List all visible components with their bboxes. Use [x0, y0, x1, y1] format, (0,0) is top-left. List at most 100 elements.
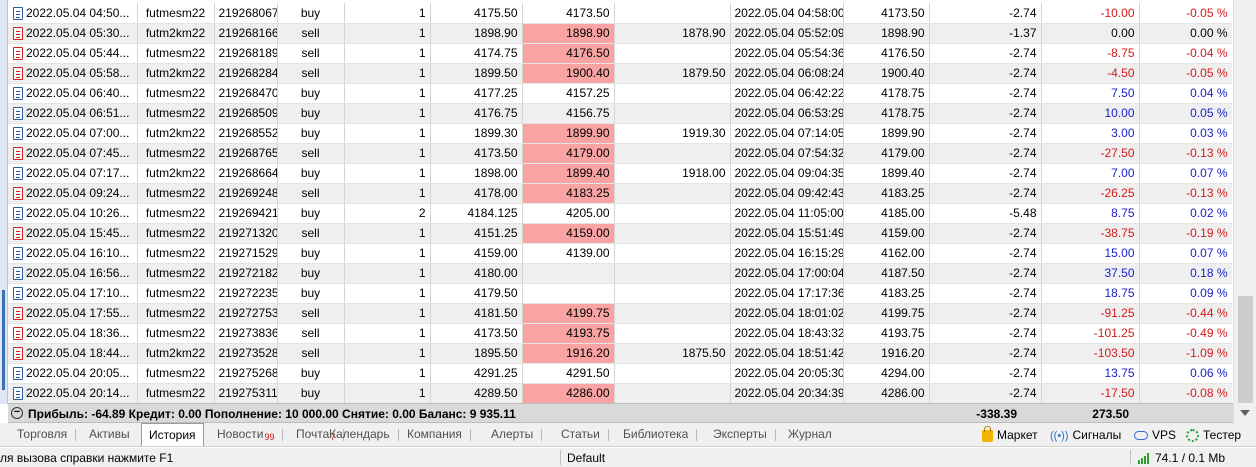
table-row[interactable]: 2022.05.04 07:17... futm2km22 219268664 buy…	[8, 163, 1232, 184]
ticket-cell: 219269421	[214, 203, 278, 224]
table-row[interactable]: 2022.05.04 16:10... futmesm22 219271529 buy…	[8, 243, 1232, 264]
close-time-cell: 2022.05.04 06:08:24	[730, 63, 844, 84]
sl-cell: 4156.75	[522, 103, 615, 124]
signals-button[interactable]: ((•)) Сигналы	[1050, 427, 1121, 443]
market-button[interactable]: Маркет	[982, 425, 1038, 443]
open-price-cell: 4175.50	[430, 3, 523, 24]
type-cell: sell	[277, 63, 345, 84]
tp-cell: 1878.90	[614, 23, 731, 44]
open-time-cell: 2022.05.04 07:45...	[8, 143, 138, 164]
open-price-cell: 4159.00	[430, 243, 523, 264]
symbol-cell: futm2km22	[137, 163, 215, 184]
history-grid: 2022.05.04 04:50... futmesm22 219268067 buy…	[8, 3, 1232, 403]
swap-cell: 3.00	[1041, 123, 1140, 144]
table-row[interactable]: 2022.05.04 18:36... futmesm22 219273836 sel…	[8, 323, 1232, 344]
symbol-cell: futmesm22	[137, 43, 215, 64]
close-time-cell: 2022.05.04 15:51:49	[730, 223, 844, 244]
tab-label: Новости	[217, 427, 264, 441]
symbol-cell: futmesm22	[137, 263, 215, 284]
table-row[interactable]: 2022.05.04 09:24... futmesm22 219269248 sel…	[8, 183, 1232, 204]
commission-total: -338.39	[976, 407, 1017, 421]
table-row[interactable]: 2022.05.04 16:56... futmesm22 219272182 buy…	[8, 263, 1232, 284]
volume-cell: 1	[344, 43, 431, 64]
tab-3[interactable]: История	[141, 423, 204, 446]
scrollbar-thumb[interactable]	[1238, 296, 1253, 403]
tester-button[interactable]: Тестер	[1186, 427, 1241, 443]
open-time-cell: 2022.05.04 15:45...	[8, 223, 138, 244]
commission-cell: -2.74	[929, 383, 1042, 403]
profit-cell: -0.19 %	[1139, 223, 1232, 244]
swap-cell: -10.00	[1041, 3, 1140, 24]
table-row[interactable]: 2022.05.04 05:44... futmesm22 219268189 sel…	[8, 43, 1232, 64]
open-time-cell: 2022.05.04 04:50...	[8, 3, 138, 24]
tp-cell	[614, 83, 731, 104]
open-time-cell: 2022.05.04 16:10...	[8, 243, 138, 264]
tab-8[interactable]: Алерты	[484, 425, 543, 445]
table-row[interactable]: 2022.05.04 10:26... futmesm22 219269421 buy…	[8, 203, 1232, 224]
tab-12[interactable]: Журнал	[781, 425, 839, 445]
symbol-cell: futmesm22	[137, 323, 215, 344]
symbol-cell: futm2km22	[137, 123, 215, 144]
commission-cell: -2.74	[929, 183, 1042, 204]
tester-label: Тестер	[1203, 428, 1242, 442]
vps-button[interactable]: VPS	[1134, 427, 1176, 443]
close-price-cell: 4183.25	[843, 183, 930, 204]
table-row[interactable]: 2022.05.04 06:51... futmesm22 219268509 buy…	[8, 103, 1232, 124]
table-row[interactable]: 2022.05.04 04:50... futmesm22 219268067 buy…	[8, 3, 1232, 24]
open-time-cell: 2022.05.04 20:14...	[8, 383, 138, 403]
tab-10[interactable]: Библиотека	[616, 425, 698, 445]
tab-1[interactable]: Торговля	[10, 425, 77, 445]
table-row[interactable]: 2022.05.04 06:40... futmesm22 219268470 buy…	[8, 83, 1232, 104]
tab-7[interactable]: Компания	[400, 425, 471, 445]
vertical-scrollbar[interactable]	[1233, 0, 1256, 423]
table-row[interactable]: 2022.05.04 17:55... futmesm22 219272753 sel…	[8, 303, 1232, 324]
close-price-cell: 1900.40	[843, 63, 930, 84]
profit-cell: 0.07 %	[1139, 243, 1232, 264]
table-row[interactable]: 2022.05.04 20:05... futmesm22 219275268 buy…	[8, 363, 1232, 384]
table-row[interactable]: 2022.05.04 07:00... futm2km22 219268552 buy…	[8, 123, 1232, 144]
close-time-cell: 2022.05.04 09:04:35	[730, 163, 844, 184]
table-row[interactable]: 2022.05.04 05:30... futm2km22 219268166 sel…	[8, 23, 1232, 44]
scroll-down-icon[interactable]	[1240, 410, 1250, 416]
close-price-cell: 1899.90	[843, 123, 930, 144]
tab-6[interactable]: Календарь	[322, 425, 399, 445]
profit-cell: -0.13 %	[1139, 143, 1232, 164]
open-price-cell: 4178.00	[430, 183, 523, 204]
tp-cell	[614, 303, 731, 324]
volume-cell: 1	[344, 383, 431, 403]
swap-cell: 15.00	[1041, 243, 1140, 264]
table-row[interactable]: 2022.05.04 20:14... futmesm22 219275311 buy…	[8, 383, 1232, 403]
volume-cell: 1	[344, 83, 431, 104]
symbol-cell: futmesm22	[137, 183, 215, 204]
swap-cell: -27.50	[1041, 143, 1140, 164]
symbol-cell: futmesm22	[137, 363, 215, 384]
tab-9[interactable]: Статьи	[554, 425, 609, 445]
volume-cell: 1	[344, 183, 431, 204]
table-row[interactable]: 2022.05.04 18:44... futm2km22 219273528 sel…	[8, 343, 1232, 364]
tp-cell: 1879.50	[614, 63, 731, 84]
collapse-icon[interactable]: −	[11, 407, 23, 419]
profit-cell: -0.04 %	[1139, 43, 1232, 64]
table-row[interactable]: 2022.05.04 17:10... futmesm22 219272235 buy…	[8, 283, 1232, 304]
open-time-text: 2022.05.04 05:30...	[26, 26, 130, 41]
table-row[interactable]: 2022.05.04 15:45... futmesm22 219271320 sel…	[8, 223, 1232, 244]
symbol-cell: futmesm22	[137, 203, 215, 224]
tab-11[interactable]: Эксперты	[706, 425, 776, 445]
summary-text: Прибыль: -64.89 Кредит: 0.00 Пополнение:…	[28, 407, 516, 421]
close-price-cell: 1899.40	[843, 163, 930, 184]
cloud-icon	[1134, 431, 1148, 441]
table-row[interactable]: 2022.05.04 05:58... futm2km22 219268284 sel…	[8, 63, 1232, 84]
profit-cell: 0.05 %	[1139, 103, 1232, 124]
symbol-cell: futmesm22	[137, 223, 215, 244]
profit-cell: 0.00 %	[1139, 23, 1232, 44]
buy-deal-icon	[13, 246, 23, 260]
tab-2[interactable]: Активы	[82, 425, 137, 445]
tab-4[interactable]: Новости99	[210, 425, 284, 445]
open-price-cell: 1898.00	[430, 163, 523, 184]
open-time-cell: 2022.05.04 09:24...	[8, 183, 138, 204]
profit-cell: 0.02 %	[1139, 203, 1232, 224]
volume-cell: 1	[344, 283, 431, 304]
table-row[interactable]: 2022.05.04 07:45... futmesm22 219268765 sel…	[8, 143, 1232, 164]
swap-cell: 10.00	[1041, 103, 1140, 124]
ticket-cell: 219268284	[214, 63, 278, 84]
